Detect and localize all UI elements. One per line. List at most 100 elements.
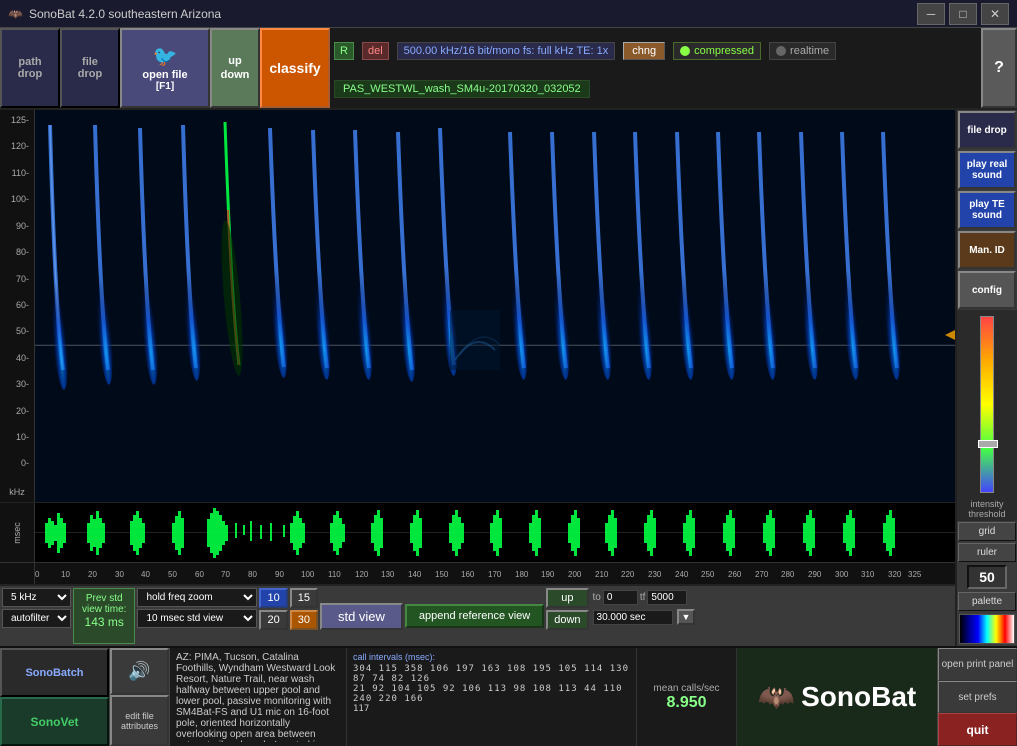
open-file-button[interactable]: 🐦 open file [F1]	[120, 28, 210, 108]
filename-row: PAS_WESTWL_wash_SM4u-20170320_032052	[334, 83, 977, 95]
up-freq-button[interactable]: up	[546, 588, 588, 608]
y-label-125: 125-	[2, 115, 32, 125]
grid-button[interactable]: grid	[958, 522, 1016, 541]
sonobatch-button[interactable]: SonoBatch	[0, 648, 109, 697]
svg-text:120: 120	[355, 570, 369, 579]
path-drop-label: path drop	[18, 56, 42, 80]
minimize-button[interactable]: ─	[917, 3, 945, 25]
y-label-70: 70-	[2, 274, 32, 284]
time-range-group: to tf ▼	[591, 588, 698, 644]
site-info-scroll[interactable]: AZ: PIMA, Tucson, Catalina Foothills, Wy…	[176, 652, 340, 742]
svg-text:260: 260	[728, 570, 742, 579]
prev-std-value: 143 ms	[82, 615, 126, 629]
num-10-button[interactable]: 10	[259, 588, 287, 608]
intensity-slider[interactable]: intensity threshold	[957, 310, 1017, 521]
info-top: R del 500.00 kHz/16 bit/mono fs: full kH…	[334, 42, 977, 60]
msec-view-select[interactable]: 10 msec std view	[137, 609, 257, 628]
compressed-label: compressed	[694, 45, 754, 57]
num-buttons-group: 10 15 20 30	[259, 588, 318, 644]
waveform-container: msec	[0, 502, 955, 562]
site-info-text: AZ: PIMA, Tucson, Catalina Foothills, Wy…	[176, 652, 335, 742]
play-real-sound-button[interactable]: play real sound	[958, 151, 1016, 189]
palette-display	[959, 614, 1015, 644]
svg-text:180: 180	[515, 570, 529, 579]
intensity-track[interactable]	[980, 316, 994, 493]
tf-input[interactable]	[647, 590, 687, 605]
r-badge[interactable]: R	[334, 42, 354, 60]
play-te-sound-button[interactable]: play TE sound	[958, 191, 1016, 229]
config-button[interactable]: config	[958, 271, 1016, 309]
tf-label: tf	[640, 592, 646, 603]
append-ref-button[interactable]: append reference view	[405, 604, 544, 628]
y-unit: kHz	[2, 485, 32, 497]
down-freq-button[interactable]: down	[546, 610, 588, 630]
autofilter-select[interactable]: autofilter	[2, 609, 71, 628]
set-prefs-button[interactable]: set prefs	[938, 681, 1017, 714]
classify-button[interactable]: classify	[260, 28, 330, 108]
del-badge[interactable]: del	[362, 42, 389, 60]
titlebar-left: 🦇 SonoBat 4.2.0 southeastern Arizona	[8, 7, 221, 21]
waveform-display[interactable]	[35, 503, 955, 562]
spectrogram[interactable]	[35, 110, 955, 502]
y-label-20: 20-	[2, 406, 32, 416]
duration-input[interactable]	[593, 610, 673, 625]
chng-button[interactable]: chng	[623, 42, 665, 60]
hold-freq-zoom-select[interactable]: hold freq zoom	[137, 588, 257, 607]
viz-area: 125- 120- 110- 100- 90- 80- 70- 60- 50- …	[0, 110, 955, 646]
svg-text:250: 250	[701, 570, 715, 579]
file-drop-button[interactable]: filedrop	[60, 28, 120, 108]
edit-file-attr-button[interactable]: edit file attributes	[110, 695, 169, 746]
num-20-button[interactable]: 20	[259, 610, 287, 630]
compressed-badge: compressed	[673, 42, 761, 60]
std-view-button[interactable]: std view	[320, 603, 403, 630]
call-intervals-nums1: 304 115 358 106 197 163 108 195 105 114 …	[353, 664, 630, 684]
realtime-indicator	[776, 46, 786, 56]
up-down-button[interactable]: up down	[210, 28, 260, 108]
time-ruler-labels: 0 10 20 30 40 50 60 70 80 90 100 110	[35, 563, 955, 584]
open-print-button[interactable]: open print panel	[938, 648, 1017, 681]
spectrogram-svg	[35, 110, 955, 502]
svg-text:30: 30	[115, 570, 124, 579]
svg-text:0: 0	[35, 570, 40, 579]
info-panel: R del 500.00 kHz/16 bit/mono fs: full kH…	[330, 28, 981, 108]
svg-text:200: 200	[568, 570, 582, 579]
duration-dropdown[interactable]: ▼	[677, 609, 696, 625]
svg-text:10: 10	[61, 570, 70, 579]
freq-filter-select[interactable]: 5 kHz	[2, 588, 71, 607]
call-intervals: call intervals (msec): 304 115 358 106 1…	[347, 648, 637, 746]
svg-text:50: 50	[168, 570, 177, 579]
compressed-indicator	[680, 46, 690, 56]
svg-text:130: 130	[381, 570, 395, 579]
svg-text:325: 325	[908, 570, 922, 579]
right-panel: file drop play real sound play TE sound …	[955, 110, 1017, 646]
logo-area: 🦇 SonoBat	[737, 648, 937, 746]
man-id-button[interactable]: Man. ID	[958, 231, 1016, 269]
ruler-button[interactable]: ruler	[958, 543, 1016, 562]
t0-input[interactable]	[603, 590, 638, 605]
sonovet-button[interactable]: SonoVet	[0, 697, 109, 746]
bat-logo-icon: 🦇	[758, 680, 795, 715]
file-drop-right-button[interactable]: file drop	[958, 111, 1016, 149]
num-15-button[interactable]: 15	[290, 588, 318, 608]
svg-text:320: 320	[888, 570, 902, 579]
time-ruler: 0 10 20 30 40 50 60 70 80 90 100 110	[0, 562, 955, 584]
sonobatch-area: SonoBatch SonoVet	[0, 648, 110, 746]
intensity-thumb[interactable]	[978, 440, 998, 448]
quit-button[interactable]: quit	[938, 713, 1017, 746]
close-button[interactable]: ✕	[981, 3, 1009, 25]
audio-area: 🔊 edit file attributes	[110, 648, 170, 746]
prev-std-label: Prev stdview time:	[82, 593, 126, 615]
y-label-100: 100-	[2, 194, 32, 204]
ruler-value[interactable]: 50	[967, 565, 1007, 589]
titlebar-controls: ─ □ ✕	[917, 3, 1009, 25]
num-30-button[interactable]: 30	[290, 610, 318, 630]
file-drop-label: filedrop	[78, 56, 102, 80]
path-drop-button[interactable]: path drop	[0, 28, 60, 108]
svg-text:100: 100	[301, 570, 315, 579]
app: path drop filedrop 🐦 open file [F1] up d…	[0, 28, 1017, 746]
titlebar: 🦇 SonoBat 4.2.0 southeastern Arizona ─ □…	[0, 0, 1017, 28]
bottom-right-buttons: open print panel set prefs quit	[937, 648, 1017, 746]
maximize-button[interactable]: □	[949, 3, 977, 25]
audio-button[interactable]: 🔊	[110, 648, 169, 695]
help-button[interactable]: ?	[981, 28, 1017, 108]
